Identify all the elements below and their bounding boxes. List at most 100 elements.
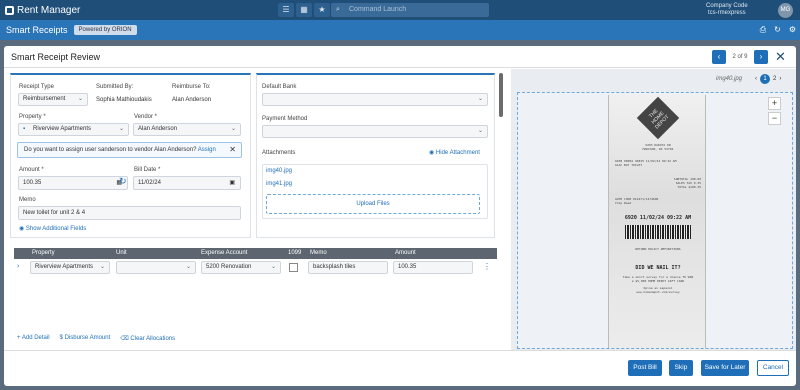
memo-label: Memo — [19, 197, 36, 203]
receipt-line: Chip Read — [615, 201, 632, 205]
col-1099: 1099 — [288, 250, 302, 256]
upload-files-dropzone[interactable]: Upload Files — [266, 194, 480, 214]
expand-row-icon[interactable]: › — [17, 263, 19, 270]
row-unit-select[interactable]: ⌄ — [116, 261, 196, 274]
row-property-value: Riverview Apartments — [35, 264, 94, 270]
chevron-down-icon: ⌄ — [77, 96, 83, 102]
assign-link[interactable]: Assign — [198, 147, 216, 153]
command-launch-input[interactable]: ⌕ Command Launch — [331, 3, 489, 17]
receipt-survey: Take a short survey for a chance TO WIN … — [615, 275, 701, 294]
notice-text: Do you want to assign user sanderson to … — [24, 147, 197, 153]
col-memo: Memo — [310, 250, 327, 256]
receipt-line: www.homedepot.com/survey — [636, 290, 680, 294]
app-logo[interactable]: Rent Manager — [0, 5, 80, 16]
company-info: Company Code tcs-rmexpress — [706, 3, 748, 17]
refresh-icon[interactable]: ↻ — [774, 25, 781, 35]
receipt-survey-title: DID WE NAIL IT? — [635, 265, 681, 271]
command-placeholder: Command Launch — [349, 6, 407, 13]
more-vertical-icon[interactable]: ⋮ — [483, 262, 491, 271]
powered-by-badge: Powered by ORION — [73, 25, 137, 35]
previous-button[interactable]: ‹ — [712, 50, 726, 64]
show-additional-fields-link[interactable]: ◉ Show Additional Fields — [19, 225, 86, 232]
page-title: Smart Receipts — [6, 25, 68, 35]
row-memo-input[interactable]: backsplash tiles — [308, 261, 388, 274]
avatar[interactable]: MG — [778, 3, 793, 18]
image-page-2[interactable]: 2 — [773, 76, 776, 82]
modal-footer: Post Bill Skip Save for Later Cancel — [4, 350, 796, 386]
clear-allocations-link[interactable]: ⌫ Clear Allocations — [120, 335, 175, 342]
vendor-label: Vendor * — [134, 114, 158, 120]
grid-icon[interactable]: ▦ — [296, 3, 312, 17]
receipt-type-select[interactable]: Reimbursement ⌄ — [18, 93, 88, 106]
image-pager: ‹ 1 2 › — [755, 74, 781, 84]
row-1099-checkbox[interactable] — [289, 263, 298, 272]
barcode-image — [625, 225, 691, 239]
default-bank-select[interactable]: ⌄ — [262, 93, 488, 106]
disburse-amount-link[interactable]: $ Disburse Amount — [60, 335, 111, 342]
add-detail-link[interactable]: + Add Detail — [17, 335, 50, 342]
hide-attachment-label: Hide Attachment — [435, 150, 480, 156]
payment-method-select[interactable]: ⌄ — [262, 125, 488, 138]
col-property: Property — [32, 250, 55, 256]
record-pager: ‹ 2 of 9 › — [712, 50, 768, 64]
receipt-line: MADISON, WI 53704 — [642, 147, 674, 151]
chevron-right-icon[interactable]: › — [779, 76, 781, 82]
print-icon[interactable]: ⎙ — [760, 25, 766, 35]
receipt-items: 6938 00002 46835 11/02/24 09:22 AM GLAC … — [615, 159, 701, 167]
attachments-label: Attachments — [262, 150, 296, 156]
amount-input[interactable]: 100.35 ▦ — [18, 176, 128, 190]
receipt-type-value: Reimbursement — [23, 96, 66, 102]
receipt-type-label: Receipt Type — [19, 84, 54, 90]
close-icon[interactable]: ✕ — [229, 143, 236, 157]
bill-date-input[interactable]: 11/02/24 ▣ — [133, 176, 241, 190]
amount-value: 100.35 — [23, 180, 42, 186]
row-expense-account-select[interactable]: 5200 Renovation ⌄ — [201, 261, 281, 274]
menu-icon[interactable]: ☰ — [278, 3, 294, 17]
scrollbar[interactable] — [499, 73, 503, 117]
assign-vendor-notice: Do you want to assign user sanderson to … — [17, 142, 242, 158]
chevron-down-icon: ⌄ — [118, 126, 124, 132]
save-for-later-button[interactable]: Save for Later — [701, 360, 749, 376]
vendor-select[interactable]: Alan Anderson ⌄ — [133, 123, 241, 136]
skip-button[interactable]: Skip — [669, 360, 693, 376]
attachment-file[interactable]: img40.jpg — [266, 168, 292, 174]
chevron-left-icon[interactable]: ‹ — [755, 76, 757, 82]
refresh-icon[interactable]: ↻ — [119, 176, 127, 187]
default-bank-label: Default Bank — [262, 84, 297, 90]
memo-input[interactable]: New toilet for unit 2 & 4 — [18, 206, 241, 220]
row-memo-value: backsplash tiles — [313, 264, 356, 270]
eraser-icon: ⌫ — [120, 336, 129, 342]
close-icon[interactable]: ✕ — [775, 49, 786, 65]
cancel-button[interactable]: Cancel — [757, 360, 789, 376]
image-page-1[interactable]: 1 — [760, 74, 770, 84]
next-button[interactable]: › — [754, 50, 768, 64]
calendar-icon[interactable]: ▣ — [229, 177, 235, 189]
company-code-label: Company Code — [706, 3, 748, 9]
attachment-file[interactable]: img41.jpg — [266, 181, 292, 187]
clear-allocations-label: Clear Allocations — [130, 336, 176, 342]
post-bill-button[interactable]: Post Bill — [628, 360, 662, 376]
receipt-policy: RETURN POLICY DEFINITIONS — [635, 247, 681, 251]
hide-attachment-link[interactable]: ◉ Hide Attachment — [429, 149, 480, 156]
receipt-image-viewer[interactable]: THE HOME DEPOT 5203 DAKOTA DR MADISON, WI … — [517, 92, 793, 349]
row-amount-input[interactable]: 100.35 — [393, 261, 473, 274]
property-value: Riverview Apartments — [33, 126, 92, 132]
row-amount-value: 100.35 — [398, 264, 417, 270]
toolbar-icons: ☰ ▦ ★ — [278, 3, 330, 17]
row-property-select[interactable]: Riverview Apartments ⌄ — [30, 261, 110, 274]
modal-title: Smart Receipt Review — [11, 52, 101, 62]
reimburse-to-label: Reimburse To: — [172, 84, 211, 90]
settings-icon[interactable]: ⚙ — [789, 25, 796, 35]
property-select[interactable]: ▪ Riverview Apartments ⌄ — [18, 123, 129, 136]
zoom-out-button[interactable]: − — [768, 112, 781, 125]
modal-header: Smart Receipt Review ‹ 2 of 9 › ✕ — [4, 46, 796, 68]
home-depot-logo: THE HOME DEPOT — [636, 96, 680, 140]
chevron-down-icon: ⌄ — [477, 96, 483, 102]
bill-date-value: 11/02/24 — [138, 180, 161, 186]
header-actions: ⎙ ↻ ⚙ — [760, 25, 796, 35]
receipt-line: TOTAL $100.35 — [677, 185, 701, 189]
zoom-in-button[interactable]: + — [768, 97, 781, 110]
star-icon[interactable]: ★ — [314, 3, 330, 17]
logo-text: Rent Manager — [17, 4, 81, 16]
pager-info: 2 of 9 — [732, 54, 748, 60]
